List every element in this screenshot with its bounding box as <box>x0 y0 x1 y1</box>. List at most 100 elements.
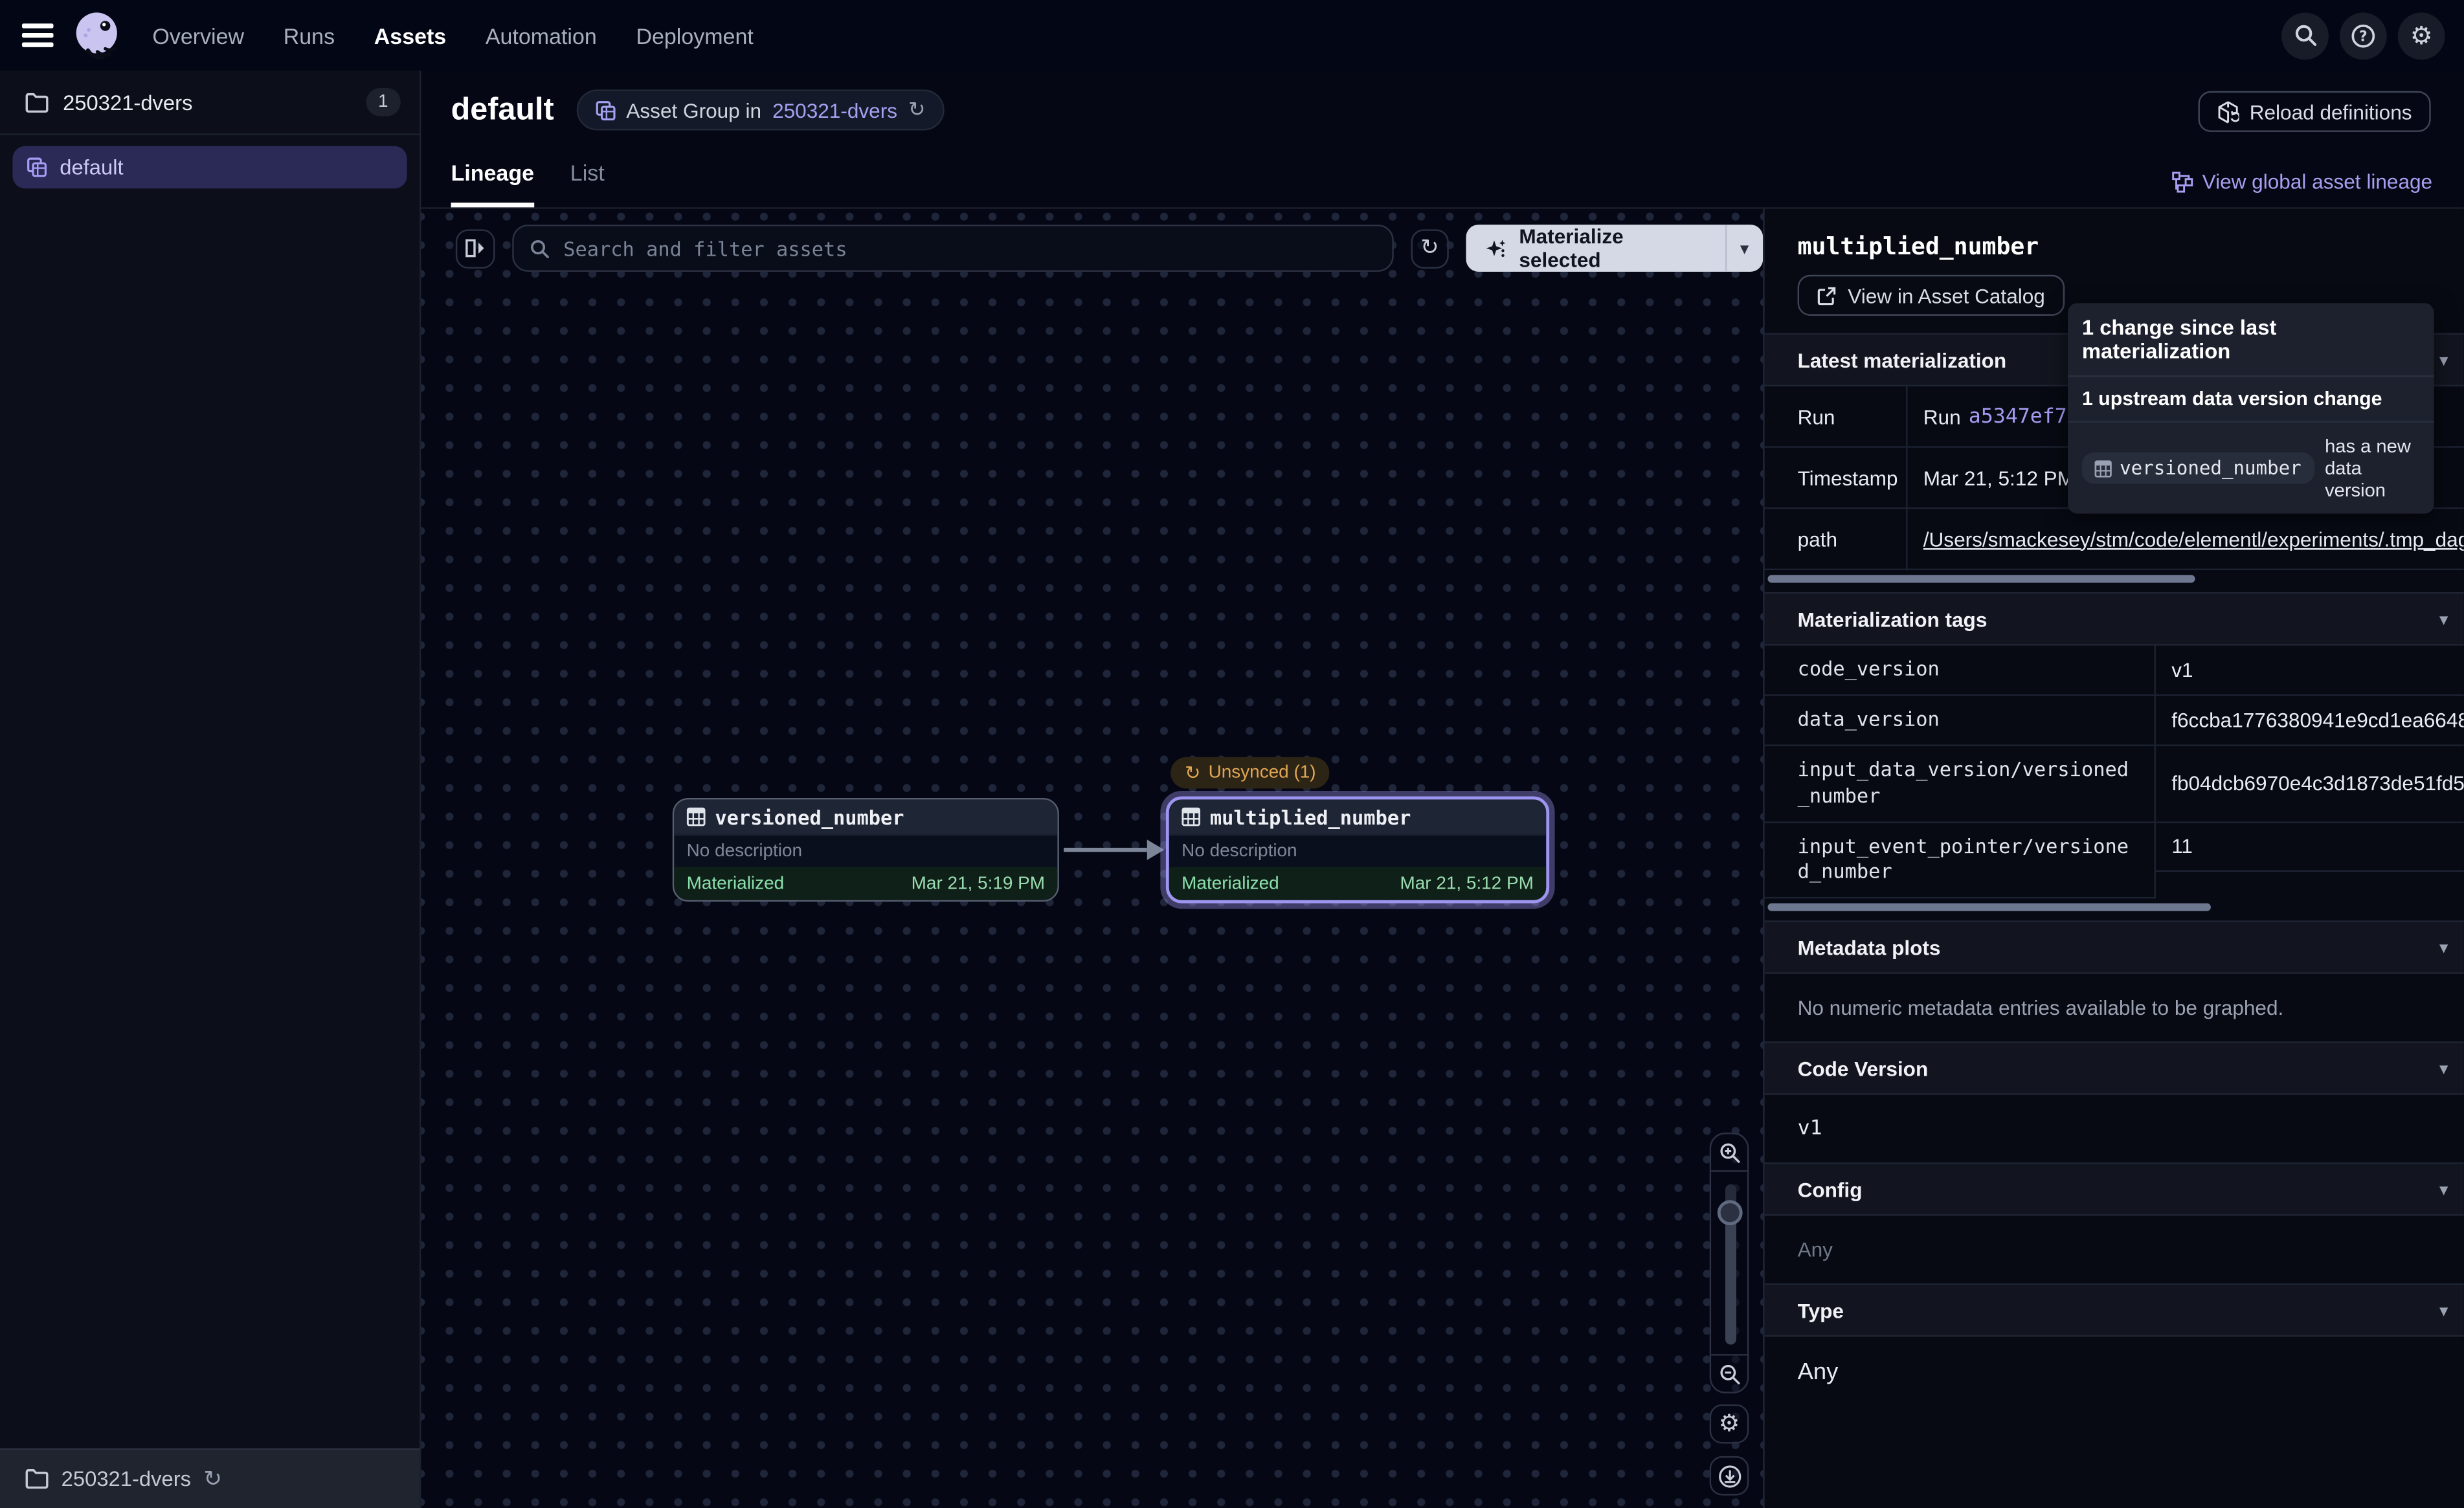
tag-key: input_data_version/versioned_number <box>1765 746 2156 822</box>
tag-value: v1 <box>2156 646 2464 696</box>
asset-node-timestamp: Mar 21, 5:12 PM <box>1400 874 1533 893</box>
chevron-down-icon[interactable]: ▾ <box>2439 939 2448 957</box>
help-icon[interactable]: ? <box>2340 12 2387 59</box>
asset-group-badge: Asset Group in 250321-dvers ↻ <box>576 89 945 130</box>
view-tabs: Lineage List <box>451 161 605 208</box>
zoom-controls <box>1710 1133 1749 1393</box>
sidebar-item-default[interactable]: default <box>12 146 407 189</box>
row-label: path <box>1765 509 1908 570</box>
reload-definitions-button[interactable]: Reload definitions <box>2198 91 2431 132</box>
asset-node-multiplied-number[interactable]: multiplied_number No description Materia… <box>1166 797 1549 904</box>
chevron-down-icon[interactable]: ▾ <box>2439 1302 2448 1319</box>
chevron-down-icon[interactable]: ▾ <box>2439 351 2448 368</box>
asset-node-versioned-number[interactable]: versioned_number No description Material… <box>673 798 1059 902</box>
config-value: Any <box>1765 1216 2464 1283</box>
materialization-tags-table: code_version v1 data_version f6ccba17763… <box>1765 646 2464 899</box>
section-heading: Metadata plots <box>1798 936 1941 959</box>
unsynced-icon: ↻ <box>1185 764 1200 782</box>
path-link[interactable]: /Users/smackesey/stm/code/elementl/exper… <box>1923 527 2464 550</box>
zoom-slider[interactable] <box>1711 1170 1747 1355</box>
section-heading: Code Version <box>1798 1057 1929 1080</box>
tooltip-suffix: has a new data version <box>2325 435 2420 501</box>
zoom-in-icon[interactable] <box>1711 1134 1747 1170</box>
type-value: Any <box>1765 1337 2464 1408</box>
tooltip-title: 1 change since last materialization <box>2068 303 2434 377</box>
asset-search-box <box>511 225 1393 272</box>
collapse-panel-icon[interactable] <box>456 228 495 268</box>
asset-node-name: versioned_number <box>715 805 904 828</box>
tab-lineage[interactable]: Lineage <box>451 161 534 208</box>
dagster-logo-icon[interactable] <box>71 10 122 61</box>
section-heading: Config <box>1798 1178 1863 1201</box>
lineage-toolbar: ↻ Materialize selected ▾ <box>456 225 1763 272</box>
folder-icon <box>25 92 49 113</box>
folder-icon <box>25 1469 49 1489</box>
lineage-canvas[interactable]: ↻ Materialize selected ▾ ↻ Unsynced (1) <box>421 209 1763 1508</box>
zoom-slider-handle[interactable] <box>1717 1200 1742 1225</box>
view-in-asset-catalog-label: View in Asset Catalog <box>1848 283 2045 307</box>
nav-automation[interactable]: Automation <box>486 23 597 48</box>
section-config[interactable]: Config ▾ <box>1765 1163 2464 1217</box>
section-heading: Materialization tags <box>1798 607 1988 630</box>
code-version-value: v1 <box>1765 1095 2464 1162</box>
tag-key: code_version <box>1765 646 2156 696</box>
page-title: default <box>451 92 554 128</box>
view-in-asset-catalog-button[interactable]: View in Asset Catalog <box>1798 275 2064 316</box>
section-metadata-plots[interactable]: Metadata plots ▾ <box>1765 921 2464 975</box>
tab-list[interactable]: List <box>570 161 605 208</box>
tooltip-detail-row: versioned_number has a new data version <box>2068 423 2434 514</box>
svg-text:?: ? <box>2359 28 2368 44</box>
asset-chip[interactable]: versioned_number <box>2082 452 2314 484</box>
graph-settings-gear-icon[interactable]: ⚙ <box>1710 1404 1749 1444</box>
asset-group-icon <box>27 157 47 178</box>
section-code-version[interactable]: Code Version ▾ <box>1765 1042 2464 1096</box>
chevron-down-icon[interactable]: ▾ <box>2439 610 2448 628</box>
view-global-asset-lineage-link[interactable]: View global asset lineage <box>2171 170 2432 193</box>
tag-value: 11 <box>2156 823 2464 871</box>
sidebar-group-row[interactable]: 250321-dvers 1 <box>0 71 420 135</box>
asset-group-badge-prefix: Asset Group in <box>626 98 761 122</box>
tooltip-subtitle: 1 upstream data version change <box>2068 377 2434 423</box>
asset-node-timestamp: Mar 21, 5:19 PM <box>912 874 1045 893</box>
nav-runs[interactable]: Runs <box>284 23 335 48</box>
sidebar-footer[interactable]: 250321-dvers ↻ <box>0 1448 420 1508</box>
section-type[interactable]: Type ▾ <box>1765 1284 2464 1338</box>
chevron-down-icon[interactable]: ▾ <box>2439 1060 2448 1078</box>
row-label: Timestamp <box>1765 448 1908 509</box>
horizontal-scrollbar[interactable] <box>1767 575 2195 582</box>
dagster-app: Overview Runs Assets Automation Deployme… <box>0 0 2464 1508</box>
materialize-selected-button[interactable]: Materialize selected ▾ <box>1466 225 1763 272</box>
refresh-icon[interactable]: ↻ <box>203 1468 221 1490</box>
run-id-link[interactable]: a5347ef7 <box>1969 405 2067 428</box>
section-materialization-tags[interactable]: Materialization tags ▾ <box>1765 592 2464 646</box>
refresh-icon[interactable]: ↻ <box>908 100 925 120</box>
unsynced-badge[interactable]: ↻ Unsynced (1) <box>1170 757 1330 789</box>
reload-definitions-label: Reload definitions <box>2250 100 2412 123</box>
table-icon <box>2094 460 2112 477</box>
horizontal-scrollbar[interactable] <box>1767 904 2210 911</box>
asset-chip-label: versioned_number <box>2120 457 2302 479</box>
download-graph-icon[interactable] <box>1710 1456 1749 1496</box>
tag-value: f6ccba1776380941e9cd1ea66481d <box>2156 696 2464 746</box>
reload-cube-icon <box>2217 100 2239 123</box>
chevron-down-icon[interactable]: ▾ <box>1726 239 1763 257</box>
settings-gear-icon[interactable]: ⚙ <box>2398 12 2445 59</box>
table-icon <box>687 808 706 826</box>
asset-node-status: Materialized <box>1182 874 1279 893</box>
panel-asset-title: multiplied_number <box>1798 232 2464 261</box>
row-label: Run <box>1765 386 1908 448</box>
nav-deployment[interactable]: Deployment <box>636 23 753 48</box>
search-icon[interactable] <box>2281 12 2329 59</box>
refresh-graph-icon[interactable]: ↻ <box>1411 228 1450 268</box>
zoom-out-icon[interactable] <box>1711 1356 1747 1392</box>
external-link-icon <box>1817 285 1837 306</box>
nav-overview[interactable]: Overview <box>152 23 244 48</box>
tag-key: data_version <box>1765 696 2156 746</box>
menu-icon[interactable] <box>22 23 54 47</box>
search-input[interactable] <box>560 235 1376 261</box>
page-header: default Asset Group in 250321-dvers ↻ Re… <box>421 71 2463 209</box>
nav-assets[interactable]: Assets <box>374 23 446 48</box>
asset-group-badge-link[interactable]: 250321-dvers <box>772 98 897 122</box>
sidebar-group-label: 250321-dvers <box>63 91 192 114</box>
chevron-down-icon[interactable]: ▾ <box>2439 1181 2448 1199</box>
